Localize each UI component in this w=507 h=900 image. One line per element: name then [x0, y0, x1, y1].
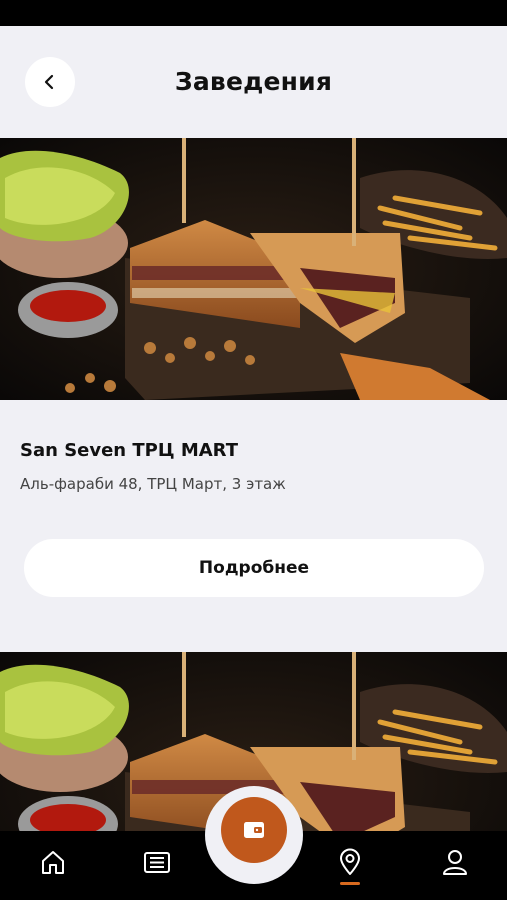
page-title: Заведения: [174, 67, 333, 96]
nav-news[interactable]: [140, 845, 174, 879]
venue-photo[interactable]: [0, 138, 507, 400]
status-bar: [0, 0, 507, 26]
venue-address: Аль-фараби 48, ТРЦ Март, 3 этаж: [20, 475, 286, 493]
nav-home[interactable]: [36, 845, 70, 879]
nav-profile[interactable]: [438, 845, 472, 879]
header: Заведения: [0, 26, 507, 138]
news-icon: [144, 852, 170, 873]
home-icon: [42, 851, 64, 874]
wallet-button[interactable]: [221, 797, 287, 863]
nav-locations[interactable]: [333, 845, 367, 879]
venue-name: San Seven ТРЦ MART: [20, 440, 238, 461]
details-button[interactable]: Подробнее: [24, 539, 484, 597]
profile-icon: [443, 850, 467, 875]
venue-card: San Seven ТРЦ MART Аль-фараби 48, ТРЦ Ма…: [0, 400, 507, 652]
active-tab-indicator: [340, 882, 360, 885]
wallet-icon: [244, 822, 264, 838]
location-pin-icon: [340, 848, 360, 875]
